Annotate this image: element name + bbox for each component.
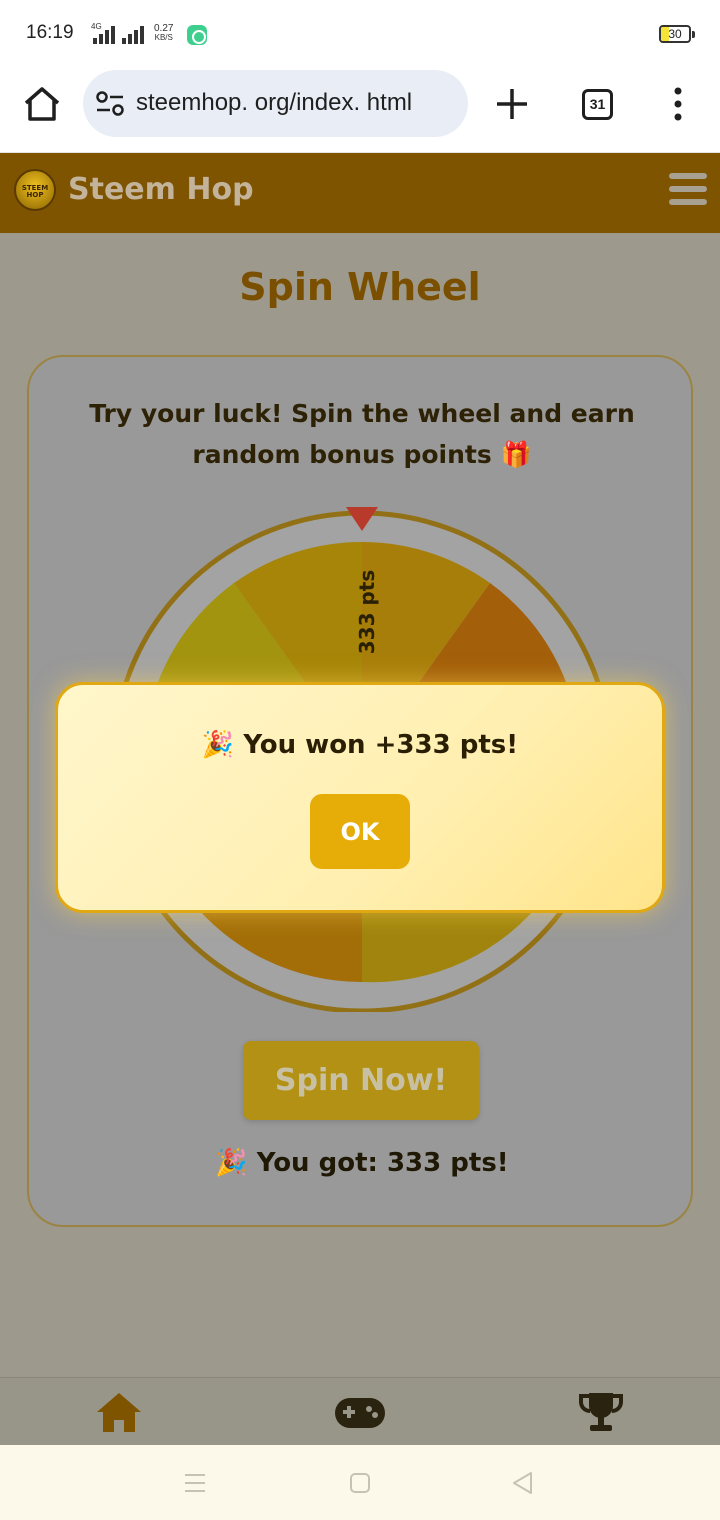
spin-now-button[interactable]: Spin Now! <box>243 1041 479 1120</box>
card-description: Try your luck! Spin the wheel and earn r… <box>89 399 635 469</box>
speed-value: 0.27 <box>154 23 174 34</box>
page-title: Spin Wheel <box>239 265 481 309</box>
bottom-nav <box>0 1377 720 1445</box>
signal-icon <box>93 24 115 44</box>
site-settings-icon[interactable] <box>95 90 125 118</box>
trophy-icon[interactable] <box>578 1390 624 1434</box>
new-tab-icon[interactable] <box>492 84 532 124</box>
browser-home-icon[interactable] <box>20 84 64 124</box>
url-text[interactable]: steemhop. org/index. html <box>136 89 412 117</box>
system-nav-bar <box>0 1445 720 1520</box>
browser-toolbar: steemhop. org/index. html 31 <box>0 70 720 153</box>
win-dialog: 🎉 You won +333 pts! OK <box>55 682 665 913</box>
logo-text: STEEM HOP <box>21 184 49 199</box>
battery-level: 30 <box>668 27 682 41</box>
app-header: STEEM HOP Steem Hop <box>0 153 720 233</box>
network-speed: 0.27 KB/S <box>154 23 174 43</box>
brand-name[interactable]: Steem Hop <box>68 172 254 207</box>
win-message: 🎉 You won +333 pts! <box>201 730 519 760</box>
signal-icon-2 <box>122 24 144 44</box>
wheel-segment-label: 333 pts <box>355 570 379 655</box>
tab-switcher-button[interactable]: 31 <box>582 89 613 120</box>
spin-result-text: 🎉 You got: 333 pts! <box>215 1148 509 1178</box>
battery-tip <box>692 31 695 38</box>
brand-logo[interactable]: STEEM HOP <box>14 169 56 211</box>
gamepad-icon[interactable] <box>333 1390 387 1434</box>
status-time: 16:19 <box>26 22 74 43</box>
address-bar[interactable]: steemhop. org/index. html <box>83 70 468 137</box>
battery-icon: 30 <box>659 25 691 43</box>
status-bar: 16:19 4G 0.27 KB/S 30 <box>0 0 720 70</box>
speed-unit: KB/S <box>154 33 173 42</box>
home-icon[interactable] <box>95 1390 143 1434</box>
back-triangle-icon[interactable] <box>511 1471 533 1495</box>
recents-icon[interactable] <box>183 1472 207 1494</box>
ok-button[interactable]: OK <box>310 794 410 869</box>
app-notification-icon <box>187 25 207 45</box>
hamburger-menu-icon[interactable] <box>669 173 707 209</box>
home-square-icon[interactable] <box>349 1472 371 1494</box>
more-menu-icon[interactable] <box>668 86 688 122</box>
